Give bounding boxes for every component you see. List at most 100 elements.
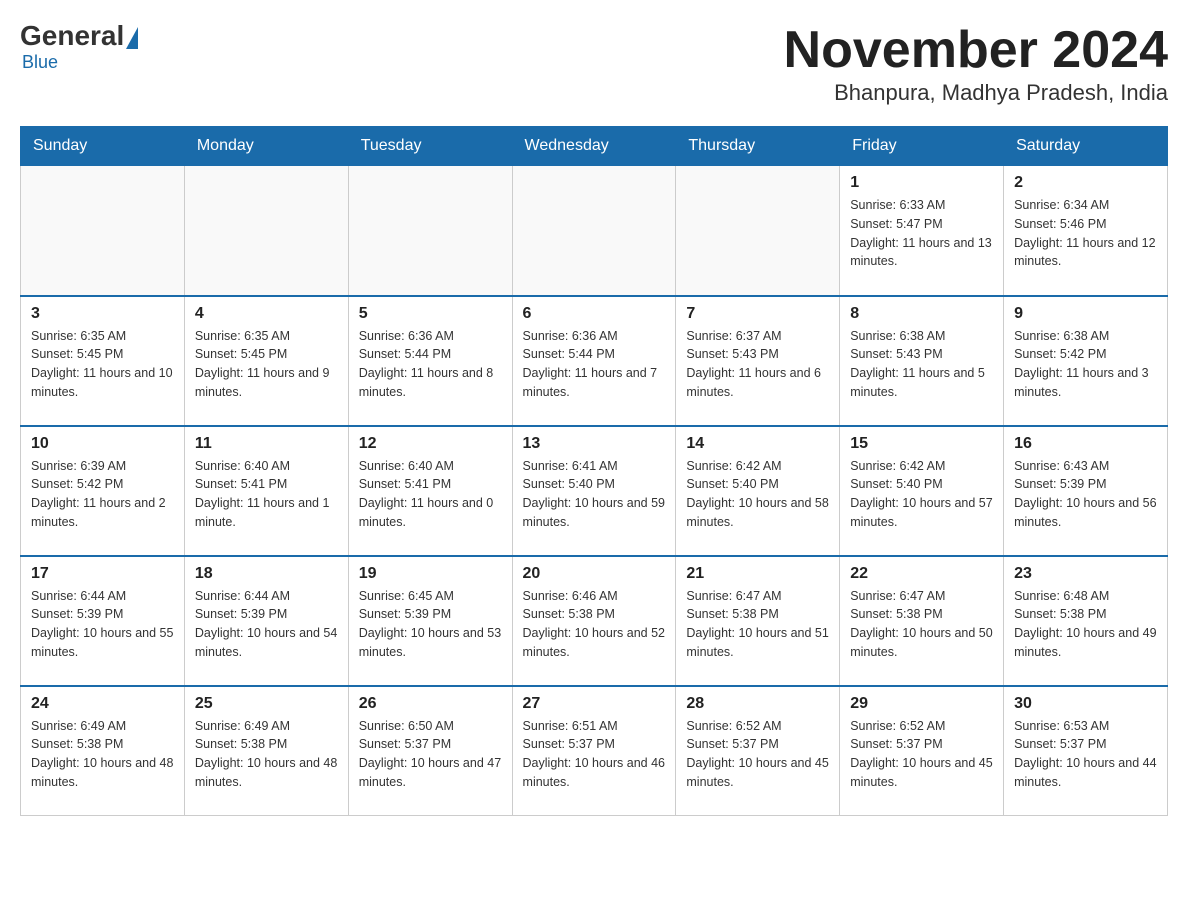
calendar-day-cell bbox=[512, 166, 676, 296]
day-info: Sunrise: 6:49 AM Sunset: 5:38 PM Dayligh… bbox=[31, 717, 174, 792]
calendar-week-row: 3 Sunrise: 6:35 AM Sunset: 5:45 PM Daylig… bbox=[21, 296, 1168, 426]
day-number: 7 bbox=[686, 305, 829, 323]
day-number: 20 bbox=[523, 565, 666, 583]
day-info: Sunrise: 6:39 AM Sunset: 5:42 PM Dayligh… bbox=[31, 457, 174, 532]
day-number: 22 bbox=[850, 565, 993, 583]
calendar-day-cell: 2 Sunrise: 6:34 AM Sunset: 5:46 PM Daylig… bbox=[1004, 166, 1168, 296]
day-info: Sunrise: 6:34 AM Sunset: 5:46 PM Dayligh… bbox=[1014, 196, 1157, 271]
day-number: 15 bbox=[850, 435, 993, 453]
page-header: General Blue November 2024 Bhanpura, Mad… bbox=[20, 20, 1168, 106]
calendar-day-cell: 28 Sunrise: 6:52 AM Sunset: 5:37 PM Dayli… bbox=[676, 686, 840, 816]
day-info: Sunrise: 6:52 AM Sunset: 5:37 PM Dayligh… bbox=[850, 717, 993, 792]
calendar-day-cell: 1 Sunrise: 6:33 AM Sunset: 5:47 PM Daylig… bbox=[840, 166, 1004, 296]
day-number: 5 bbox=[359, 305, 502, 323]
day-info: Sunrise: 6:35 AM Sunset: 5:45 PM Dayligh… bbox=[195, 327, 338, 402]
day-info: Sunrise: 6:46 AM Sunset: 5:38 PM Dayligh… bbox=[523, 587, 666, 662]
day-info: Sunrise: 6:48 AM Sunset: 5:38 PM Dayligh… bbox=[1014, 587, 1157, 662]
day-number: 8 bbox=[850, 305, 993, 323]
day-info: Sunrise: 6:50 AM Sunset: 5:37 PM Dayligh… bbox=[359, 717, 502, 792]
day-info: Sunrise: 6:42 AM Sunset: 5:40 PM Dayligh… bbox=[850, 457, 993, 532]
day-number: 10 bbox=[31, 435, 174, 453]
day-of-week-header: Thursday bbox=[676, 127, 840, 166]
day-info: Sunrise: 6:44 AM Sunset: 5:39 PM Dayligh… bbox=[195, 587, 338, 662]
calendar-day-cell: 30 Sunrise: 6:53 AM Sunset: 5:37 PM Dayli… bbox=[1004, 686, 1168, 816]
calendar-day-cell bbox=[676, 166, 840, 296]
calendar-day-cell bbox=[348, 166, 512, 296]
calendar-day-cell: 23 Sunrise: 6:48 AM Sunset: 5:38 PM Dayli… bbox=[1004, 556, 1168, 686]
month-title: November 2024 bbox=[784, 20, 1168, 80]
calendar-day-cell: 19Sunrise: 6:45 AM Sunset: 5:39 PM Dayli… bbox=[348, 556, 512, 686]
day-of-week-header: Tuesday bbox=[348, 127, 512, 166]
day-info: Sunrise: 6:36 AM Sunset: 5:44 PM Dayligh… bbox=[359, 327, 502, 402]
day-info: Sunrise: 6:47 AM Sunset: 5:38 PM Dayligh… bbox=[686, 587, 829, 662]
day-number: 23 bbox=[1014, 565, 1157, 583]
calendar-day-cell: 24 Sunrise: 6:49 AM Sunset: 5:38 PM Dayli… bbox=[21, 686, 185, 816]
logo-blue-text: Blue bbox=[22, 52, 58, 73]
calendar-day-cell bbox=[21, 166, 185, 296]
calendar-day-cell: 21Sunrise: 6:47 AM Sunset: 5:38 PM Dayli… bbox=[676, 556, 840, 686]
calendar-day-cell: 9Sunrise: 6:38 AM Sunset: 5:42 PM Daylig… bbox=[1004, 296, 1168, 426]
day-number: 27 bbox=[523, 695, 666, 713]
day-number: 11 bbox=[195, 435, 338, 453]
day-info: Sunrise: 6:42 AM Sunset: 5:40 PM Dayligh… bbox=[686, 457, 829, 532]
day-info: Sunrise: 6:38 AM Sunset: 5:43 PM Dayligh… bbox=[850, 327, 993, 402]
day-info: Sunrise: 6:43 AM Sunset: 5:39 PM Dayligh… bbox=[1014, 457, 1157, 532]
day-number: 2 bbox=[1014, 174, 1157, 192]
logo-general-text: General bbox=[20, 20, 124, 52]
day-info: Sunrise: 6:53 AM Sunset: 5:37 PM Dayligh… bbox=[1014, 717, 1157, 792]
day-number: 13 bbox=[523, 435, 666, 453]
day-of-week-header: Saturday bbox=[1004, 127, 1168, 166]
day-info: Sunrise: 6:45 AM Sunset: 5:39 PM Dayligh… bbox=[359, 587, 502, 662]
day-number: 6 bbox=[523, 305, 666, 323]
days-of-week-row: SundayMondayTuesdayWednesdayThursdayFrid… bbox=[21, 127, 1168, 166]
day-info: Sunrise: 6:40 AM Sunset: 5:41 PM Dayligh… bbox=[195, 457, 338, 532]
calendar-day-cell: 22 Sunrise: 6:47 AM Sunset: 5:38 PM Dayli… bbox=[840, 556, 1004, 686]
day-number: 14 bbox=[686, 435, 829, 453]
location-title: Bhanpura, Madhya Pradesh, India bbox=[784, 80, 1168, 106]
calendar-table: SundayMondayTuesdayWednesdayThursdayFrid… bbox=[20, 126, 1168, 816]
calendar-day-cell: 11 Sunrise: 6:40 AM Sunset: 5:41 PM Dayli… bbox=[184, 426, 348, 556]
day-info: Sunrise: 6:36 AM Sunset: 5:44 PM Dayligh… bbox=[523, 327, 666, 402]
calendar-body: 1 Sunrise: 6:33 AM Sunset: 5:47 PM Daylig… bbox=[21, 166, 1168, 816]
day-info: Sunrise: 6:52 AM Sunset: 5:37 PM Dayligh… bbox=[686, 717, 829, 792]
calendar-header: SundayMondayTuesdayWednesdayThursdayFrid… bbox=[21, 127, 1168, 166]
calendar-day-cell: 7Sunrise: 6:37 AM Sunset: 5:43 PM Daylig… bbox=[676, 296, 840, 426]
day-info: Sunrise: 6:44 AM Sunset: 5:39 PM Dayligh… bbox=[31, 587, 174, 662]
calendar-week-row: 1 Sunrise: 6:33 AM Sunset: 5:47 PM Daylig… bbox=[21, 166, 1168, 296]
day-of-week-header: Wednesday bbox=[512, 127, 676, 166]
day-info: Sunrise: 6:33 AM Sunset: 5:47 PM Dayligh… bbox=[850, 196, 993, 271]
day-of-week-header: Friday bbox=[840, 127, 1004, 166]
calendar-day-cell: 27 Sunrise: 6:51 AM Sunset: 5:37 PM Dayli… bbox=[512, 686, 676, 816]
day-info: Sunrise: 6:47 AM Sunset: 5:38 PM Dayligh… bbox=[850, 587, 993, 662]
calendar-day-cell: 3Sunrise: 6:35 AM Sunset: 5:45 PM Daylig… bbox=[21, 296, 185, 426]
day-number: 1 bbox=[850, 174, 993, 192]
day-number: 12 bbox=[359, 435, 502, 453]
day-number: 25 bbox=[195, 695, 338, 713]
calendar-day-cell: 29Sunrise: 6:52 AM Sunset: 5:37 PM Dayli… bbox=[840, 686, 1004, 816]
calendar-day-cell: 5 Sunrise: 6:36 AM Sunset: 5:44 PM Daylig… bbox=[348, 296, 512, 426]
day-number: 28 bbox=[686, 695, 829, 713]
title-section: November 2024 Bhanpura, Madhya Pradesh, … bbox=[784, 20, 1168, 106]
day-info: Sunrise: 6:41 AM Sunset: 5:40 PM Dayligh… bbox=[523, 457, 666, 532]
day-number: 16 bbox=[1014, 435, 1157, 453]
day-number: 26 bbox=[359, 695, 502, 713]
logo-triangle-icon bbox=[126, 27, 138, 49]
day-number: 18 bbox=[195, 565, 338, 583]
calendar-day-cell: 20 Sunrise: 6:46 AM Sunset: 5:38 PM Dayli… bbox=[512, 556, 676, 686]
calendar-day-cell: 17 Sunrise: 6:44 AM Sunset: 5:39 PM Dayli… bbox=[21, 556, 185, 686]
calendar-week-row: 17 Sunrise: 6:44 AM Sunset: 5:39 PM Dayli… bbox=[21, 556, 1168, 686]
day-number: 3 bbox=[31, 305, 174, 323]
calendar-day-cell: 15 Sunrise: 6:42 AM Sunset: 5:40 PM Dayli… bbox=[840, 426, 1004, 556]
calendar-week-row: 10 Sunrise: 6:39 AM Sunset: 5:42 PM Dayli… bbox=[21, 426, 1168, 556]
day-number: 9 bbox=[1014, 305, 1157, 323]
day-info: Sunrise: 6:40 AM Sunset: 5:41 PM Dayligh… bbox=[359, 457, 502, 532]
calendar-day-cell bbox=[184, 166, 348, 296]
day-number: 17 bbox=[31, 565, 174, 583]
day-info: Sunrise: 6:49 AM Sunset: 5:38 PM Dayligh… bbox=[195, 717, 338, 792]
day-number: 30 bbox=[1014, 695, 1157, 713]
calendar-day-cell: 25 Sunrise: 6:49 AM Sunset: 5:38 PM Dayli… bbox=[184, 686, 348, 816]
day-info: Sunrise: 6:51 AM Sunset: 5:37 PM Dayligh… bbox=[523, 717, 666, 792]
logo: General Blue bbox=[20, 20, 138, 73]
day-number: 24 bbox=[31, 695, 174, 713]
calendar-day-cell: 18 Sunrise: 6:44 AM Sunset: 5:39 PM Dayli… bbox=[184, 556, 348, 686]
